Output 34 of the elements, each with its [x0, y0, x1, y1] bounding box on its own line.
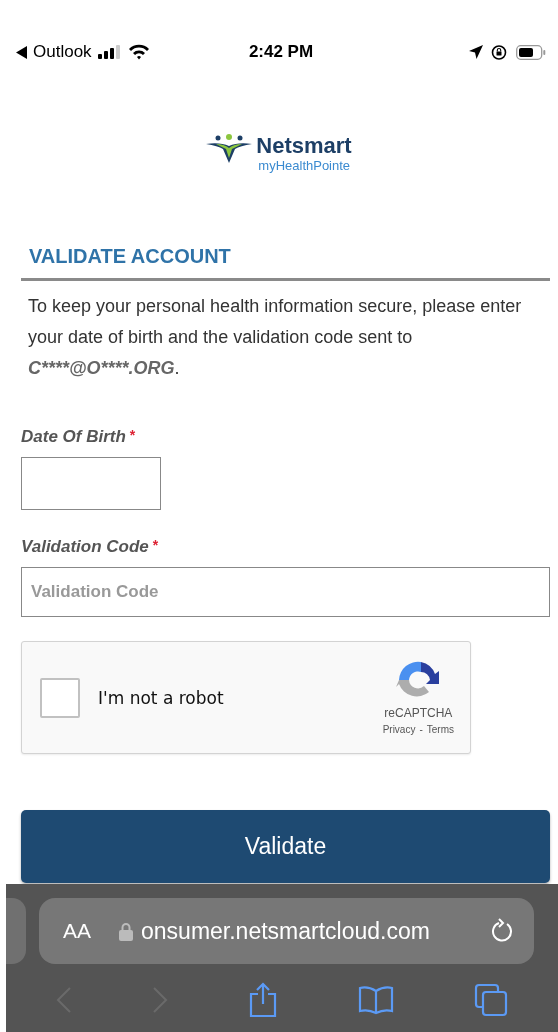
- share-icon[interactable]: [248, 982, 278, 1018]
- required-mark: *: [152, 537, 159, 555]
- url-text: onsumer.netsmartcloud.com: [141, 917, 431, 945]
- text-size-button[interactable]: AA: [63, 919, 91, 943]
- battery-icon: [516, 44, 546, 60]
- date-input-field[interactable]: [21, 457, 161, 510]
- input-field[interactable]: Validation Code: [21, 567, 550, 617]
- instructions-text: To keep your personal health information secure, please enter your date of birth and the validation code sent to C****@O****.ORG.: [28, 295, 523, 380]
- location-arrow-icon: [469, 45, 483, 59]
- captcha-label: I'm not a robot: [98, 687, 225, 708]
- required-mark: *: [129, 427, 136, 445]
- validate-button[interactable]: Validate: [21, 810, 550, 883]
- back-triangle-icon[interactable]: [16, 45, 27, 59]
- section-heading: VALIDATE ACCOUNT: [29, 244, 232, 268]
- field-label: Date Of Birth: [21, 427, 126, 447]
- back-to-app-link[interactable]: Outlook: [33, 42, 92, 62]
- address-bar[interactable]: AA onsumer.netsmartcloud.com: [39, 898, 534, 964]
- rotation-lock-icon: [491, 43, 508, 61]
- signal-icon: [97, 45, 122, 59]
- logo-name: Netsmart: [256, 134, 352, 158]
- reload-icon[interactable]: [490, 918, 514, 944]
- link-separator: -: [419, 724, 423, 735]
- wifi-icon: [127, 44, 150, 60]
- previous-tab-edge[interactable]: [6, 898, 26, 964]
- captcha-brand: reCAPTCHA: [384, 706, 453, 720]
- captcha-checkbox[interactable]: [40, 677, 80, 718]
- terms-link[interactable]: Terms: [426, 724, 454, 735]
- tabs-icon[interactable]: [474, 983, 508, 1017]
- lock-icon: [119, 921, 133, 941]
- book-icon[interactable]: [358, 985, 394, 1015]
- field-label: Validation Code: [21, 537, 149, 557]
- logo-subtitle: myHealthPointe: [258, 158, 352, 173]
- clock-time: 2:42 PM: [248, 42, 314, 62]
- privacy-link[interactable]: Privacy: [382, 724, 416, 735]
